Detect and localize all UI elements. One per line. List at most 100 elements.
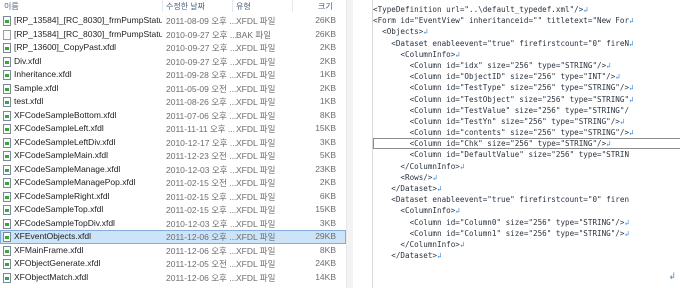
code-line[interactable]: <Dataset enableevent="true" firefirstcou…	[373, 38, 680, 49]
column-divider[interactable]	[232, 0, 233, 12]
file-name: XFObjectGenerate.xfdl	[14, 258, 101, 268]
code-text: <Dataset enableevent="true" firefirstcou…	[373, 195, 630, 205]
code-line[interactable]: <Column id="Chk" size="256" type="STRING…	[373, 138, 680, 150]
xfdl-file-icon	[3, 205, 11, 215]
code-line[interactable]: <Form id="EventView" inheritanceid="" ti…	[373, 15, 680, 26]
xfdl-file-icon	[3, 83, 11, 94]
code-line[interactable]: <Column id="TestValue" size="256" type="…	[373, 105, 680, 116]
file-type: XFDL 파일	[236, 43, 276, 53]
return-icon: ↲	[629, 38, 634, 48]
file-row[interactable]: XFCodeSampleLeftDiv.xfdl 2010-12-17 오후 ..…	[0, 136, 346, 150]
file-row[interactable]: [RP_13600]_CopyPast.xfdl 2010-09-27 오후 ..…	[0, 41, 346, 55]
file-modified-date: 2011-12-23 오전 ...	[166, 151, 237, 161]
code-line[interactable]: <Column id="TestType" size="256" type="S…	[373, 82, 680, 93]
code-text: <Column id="TestType" size="256" type="S…	[373, 83, 630, 93]
file-size: 15KB	[315, 123, 336, 133]
code-line[interactable]: <Column id="DefaultValue" size="256" typ…	[373, 149, 680, 160]
file-type: XFDL 파일	[236, 178, 276, 188]
return-icon: ↲	[606, 60, 611, 70]
code-text: <Column id="DefaultValue" size="256" typ…	[373, 150, 630, 160]
file-row[interactable]: XFCodeSampleManage.xfdl 2010-12-03 오후 ...…	[0, 163, 346, 177]
file-modified-date: 2011-05-09 오전 ...	[166, 83, 237, 94]
column-header-size[interactable]: 크기	[318, 1, 333, 12]
file-row[interactable]: Sample.xfdl 2011-05-09 오전 ... XFDL 파일 2KB	[0, 82, 346, 96]
file-name: [RP_13584]_[RC_8030]_frmPumpStatus....	[14, 28, 162, 39]
code-line[interactable]: <Column id="Column1" size="256" type="ST…	[373, 228, 680, 239]
file-size: 24KB	[315, 258, 336, 268]
file-name: Sample.xfdl	[14, 82, 59, 93]
xfdl-file-icon	[3, 43, 11, 53]
file-modified-date: 2011-08-09 오후 ...	[166, 16, 237, 26]
file-row[interactable]: Inheritance.xfdl 2011-09-28 오후 ... XFDL 파일…	[0, 68, 346, 82]
file-modified-date: 2010-09-27 오후 ...	[166, 43, 237, 53]
code-text: <Dataset enableevent="true" firefirstcou…	[373, 38, 630, 48]
return-icon: ↲	[459, 239, 465, 249]
file-row[interactable]: XFCodeSampleLeft.xfdl 2011-11-11 오후 ... XF…	[0, 122, 346, 136]
file-row[interactable]: XFCodeSampleManagePop.xfdl 2011-02-15 오전 …	[0, 176, 346, 190]
return-icon: ↲	[583, 5, 588, 14]
code-line[interactable]: <Column id="idx" size="256" type="STRING…	[373, 60, 680, 71]
code-text: <ColumnInfo>	[373, 206, 456, 216]
code-text: </ColumnInfo>	[373, 239, 460, 249]
file-row[interactable]: test.xfdl 2011-08-26 오후 ... XFDL 파일 1KB	[0, 95, 346, 109]
column-divider[interactable]	[292, 0, 293, 12]
return-icon: ↲	[455, 49, 460, 59]
file-row[interactable]: XFObjectGenerate.xfdl 2011-12-05 오전 ... XF…	[0, 257, 346, 271]
file-list-scrollbar[interactable]	[347, 0, 353, 288]
code-line[interactable]: <Dataset enableevent="true" firefirstcou…	[373, 194, 680, 205]
column-header-row: 이름 수정한 날짜 유형 크기	[0, 0, 346, 13]
file-type: XFDL 파일	[236, 56, 276, 67]
file-row[interactable]: XFCodeSampleTopDiv.xfdl 2010-12-03 오후 ...…	[0, 217, 346, 231]
column-header-date[interactable]: 수정한 날짜	[166, 1, 205, 12]
code-line[interactable]: </Dataset>↲	[373, 250, 680, 261]
column-header-type[interactable]: 유형	[236, 1, 251, 12]
xfdl-file-icon	[3, 164, 11, 175]
return-icon: ↲	[423, 27, 428, 37]
code-text: <Column id="Column1" size="256" type="ST…	[373, 228, 625, 238]
code-line[interactable]: </ColumnInfo>↲	[373, 161, 680, 172]
code-line[interactable]: <Column id="ObjectID" size="256" type="I…	[373, 71, 680, 82]
code-text: <Column id="contents" size="256" type="S…	[373, 128, 630, 138]
code-line[interactable]: </ColumnInfo>↲	[373, 239, 680, 250]
column-divider[interactable]	[162, 0, 163, 12]
code-line[interactable]: <Objects>↲	[373, 26, 680, 37]
file-name: XFCodeSampleLeft.xfdl	[14, 123, 104, 133]
file-type: XFDL 파일	[236, 272, 276, 283]
code-line[interactable]: <Column id="contents" size="256" type="S…	[373, 127, 680, 138]
file-type: XFDL 파일	[236, 191, 276, 202]
file-name: XFCodeSampleLeftDiv.xfdl	[14, 136, 116, 147]
code-text: <Column id="ObjectID" size="256" type="I…	[373, 72, 616, 82]
file-row[interactable]: XFMainFrame.xfdl 2011-12-06 오후 ... XFDL 파일…	[0, 244, 346, 258]
file-type: XFDL 파일	[236, 164, 276, 175]
file-row[interactable]: XFCodeSampleBottom.xfdl 2011-07-06 오후 ...…	[0, 109, 346, 123]
code-line[interactable]: </Dataset>↲	[373, 183, 680, 194]
file-type: XFDL 파일	[236, 70, 276, 80]
xfdl-file-icon	[3, 218, 11, 229]
code-line[interactable]: <Column id="TestYn" size="256" type="STR…	[373, 116, 680, 127]
file-row[interactable]: XFCodeSampleMain.xfdl 2011-12-23 오전 ... XF…	[0, 149, 346, 163]
file-row[interactable]: [RP_13584]_[RC_8030]_frmPumpStatus.... 20…	[0, 28, 346, 42]
file-modified-date: 2011-02-15 오전 ...	[166, 178, 237, 188]
return-icon: ↲	[437, 251, 442, 261]
file-row[interactable]: [RP_13584]_[RC_8030]_frmPumpStatus.... 20…	[0, 14, 346, 28]
code-line[interactable]: <ColumnInfo>↲	[373, 49, 680, 60]
file-row[interactable]: XFCodeSampleRight.xfdl 2011-02-15 오후 ... X…	[0, 190, 346, 204]
file-row[interactable]: Div.xfdl 2010-09-27 오후 ... XFDL 파일 2KB	[0, 55, 346, 69]
code-line[interactable]: <Column id="Column0" size="256" type="ST…	[373, 217, 680, 228]
file-name: XFEventObjects.xfdl	[14, 231, 92, 241]
file-row[interactable]: XFCodeSampleTop.xfdl 2011-02-15 오후 ... XFD…	[0, 203, 346, 217]
code-line[interactable]: <TypeDefinition url="..\default_typedef.…	[373, 4, 680, 15]
file-name: XFCodeSampleRight.xfdl	[14, 190, 110, 201]
code-area[interactable]: <TypeDefinition url="..\default_typedef.…	[373, 4, 680, 261]
xml-editor[interactable]: <TypeDefinition url="..\default_typedef.…	[372, 0, 680, 288]
file-type: XFDL 파일	[236, 218, 276, 229]
file-row[interactable]: XFObjectMatch.xfdl 2011-12-06 오후 ... XFDL …	[0, 271, 346, 285]
code-line[interactable]: <ColumnInfo>↲	[373, 205, 680, 216]
file-size: 14KB	[315, 271, 336, 282]
code-line[interactable]: <Column id="TestObject" size="256" type=…	[373, 94, 680, 105]
file-type: XFDL 파일	[236, 137, 276, 148]
column-header-name[interactable]: 이름	[4, 1, 19, 12]
file-row[interactable]: XFEventObjects.xfdl 2011-12-06 오후 ... XFDL…	[0, 230, 346, 244]
code-line[interactable]: <Rows/>↲	[373, 172, 680, 183]
file-type: XFDL 파일	[236, 151, 276, 161]
